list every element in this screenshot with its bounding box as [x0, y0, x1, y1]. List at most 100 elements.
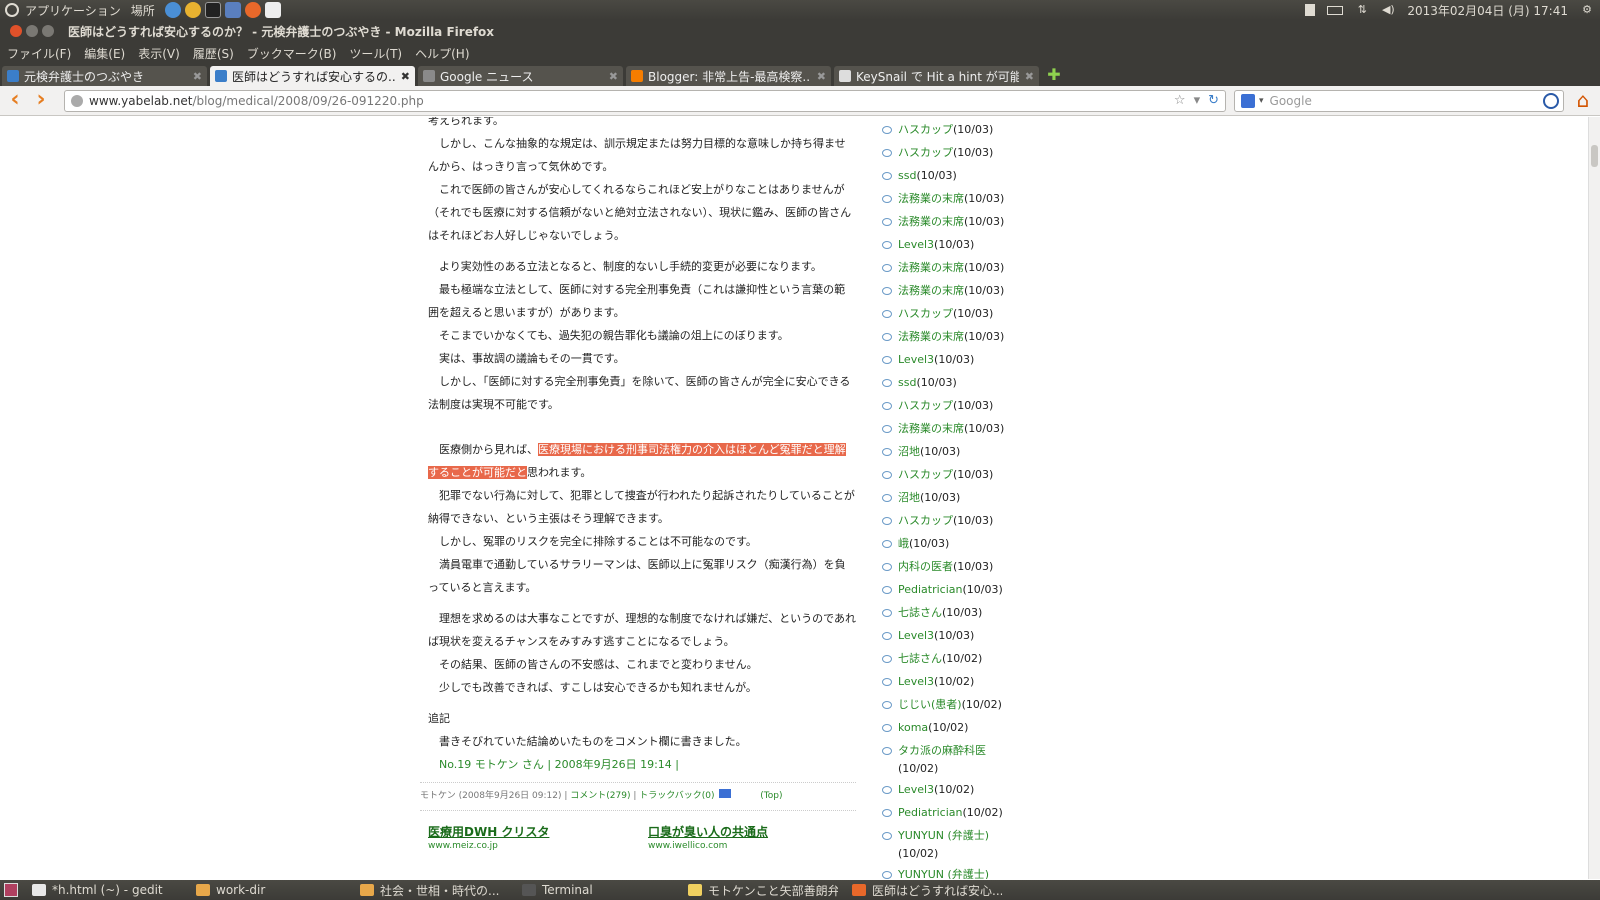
search-engine-dropdown-icon[interactable]: ▾ [1259, 96, 1264, 106]
tab-blogger[interactable]: Blogger: 非常上告-最高検察... ✖ [626, 66, 831, 86]
recent-comment-item[interactable]: koma(10/02) [882, 719, 1082, 742]
commenter-name-link[interactable]: 沼地 [898, 445, 920, 458]
taskbar-window-button[interactable]: work-dir [196, 882, 346, 898]
minimize-window-button[interactable] [26, 25, 38, 37]
ad-item[interactable]: 口臭が臭い人の共通点 www.iwellico.com [648, 825, 838, 853]
trackback-link[interactable]: トラックバック(0) [639, 791, 714, 801]
close-tab-icon[interactable]: ✖ [193, 70, 202, 83]
recent-comment-item[interactable]: Level3(10/02) [882, 673, 1082, 696]
commenter-name-link[interactable]: koma [898, 721, 928, 734]
tab-current-article[interactable]: 医師はどうすれば安心するの... ✖ [210, 66, 415, 86]
ad-item[interactable]: 医療用DWH クリスタ www.meiz.co.jp [428, 825, 618, 853]
back-button[interactable]: ‹ [4, 88, 26, 112]
commenter-name-link[interactable]: 沼地 [898, 491, 920, 504]
battery-icon[interactable] [1327, 5, 1344, 15]
recent-comment-item[interactable]: ハスカップ(10/03) [882, 466, 1082, 489]
recent-comment-item[interactable]: 七誌さん(10/03) [882, 604, 1082, 627]
forward-button[interactable]: › [30, 88, 52, 112]
recent-comment-item[interactable]: 沼地(10/03) [882, 489, 1082, 512]
recent-comment-item[interactable]: 沼地(10/03) [882, 443, 1082, 466]
recent-comment-item[interactable]: 法務業の末席(10/03) [882, 213, 1082, 236]
gear-icon[interactable]: ⚙ [1580, 4, 1594, 16]
menu-tools[interactable]: ツール(T) [349, 45, 402, 62]
recent-comment-item[interactable]: 法務業の末席(10/03) [882, 259, 1082, 282]
commenter-name-link[interactable]: Pediatrician [898, 806, 963, 819]
recent-comment-item[interactable]: ssd(10/03) [882, 374, 1082, 397]
menu-help[interactable]: ヘルプ(H) [415, 45, 469, 62]
commenter-name-link[interactable]: 法務業の末席 [898, 284, 964, 297]
recent-comment-item[interactable]: Level3(10/03) [882, 351, 1082, 374]
recent-comment-item[interactable]: Pediatrician(10/03) [882, 581, 1082, 604]
volume-icon[interactable]: ◀) [1381, 4, 1395, 16]
bookmark-star-icon[interactable]: ☆ [1174, 93, 1186, 108]
commenter-name-link[interactable]: Pediatrician [898, 583, 963, 596]
scrollbar-thumb[interactable] [1591, 145, 1598, 167]
recent-comment-item[interactable]: 法務業の末席(10/03) [882, 190, 1082, 213]
tab-keysnail[interactable]: KeySnail で Hit a hint が可能... ✖ [834, 66, 1039, 86]
url-bar[interactable]: www.yabelab.net /blog/medical/2008/09/26… [64, 90, 1226, 112]
search-icon[interactable] [1543, 93, 1559, 109]
close-tab-icon[interactable]: ✖ [401, 70, 410, 83]
recent-comment-item[interactable]: ハスカップ(10/03) [882, 305, 1082, 328]
recent-comment-item[interactable]: 七誌さん(10/02) [882, 650, 1082, 673]
commenter-name-link[interactable]: ハスカップ [898, 514, 953, 527]
menu-bookmarks[interactable]: ブックマーク(B) [247, 45, 337, 62]
recent-comment-item[interactable]: ハスカップ(10/03) [882, 512, 1082, 535]
ad-title[interactable]: 医療用DWH クリスタ [428, 825, 618, 839]
commenter-name-link[interactable]: ssd [898, 376, 916, 389]
show-desktop-icon[interactable] [4, 883, 18, 897]
taskbar-window-button[interactable]: 医師はどうすれば安心... [852, 882, 1002, 898]
taskbar-window-button[interactable]: 社会・世相・時代の... [360, 882, 510, 898]
menu-history[interactable]: 履歴(S) [193, 45, 234, 62]
site-identity-icon[interactable] [71, 95, 83, 107]
text-editor-launcher-icon[interactable] [264, 2, 281, 18]
commenter-name-link[interactable]: ハスカップ [898, 307, 953, 320]
chromium-launcher-icon[interactable] [164, 2, 181, 18]
commenter-name-link[interactable]: ハスカップ [898, 399, 953, 412]
recent-comment-item[interactable]: ハスカップ(10/03) [882, 397, 1082, 420]
applications-menu[interactable]: アプリケーション [25, 2, 121, 19]
commenter-name-link[interactable]: 法務業の末席 [898, 215, 964, 228]
commenter-name-link[interactable]: Level3 [898, 629, 934, 642]
taskbar-window-button[interactable]: *h.html (~) - gedit [32, 882, 182, 898]
recent-comment-item[interactable]: 峨(10/03) [882, 535, 1082, 558]
menu-file[interactable]: ファイル(F) [7, 45, 71, 62]
commenter-name-link[interactable]: 法務業の末席 [898, 422, 964, 435]
commenter-name-link[interactable]: Level3 [898, 675, 934, 688]
commenter-name-link[interactable]: 法務業の末席 [898, 261, 964, 274]
recent-comment-item[interactable]: Pediatrician(10/02) [882, 804, 1082, 827]
commenter-name-link[interactable]: ハスカップ [898, 146, 953, 159]
commenter-name-link[interactable]: YUNYUN (弁護士) [898, 829, 989, 842]
commenter-name-link[interactable]: タカ派の麻酔科医 [898, 744, 986, 757]
commenter-name-link[interactable]: ssd [898, 169, 916, 182]
commenter-name-link[interactable]: ハスカップ [898, 468, 953, 481]
places-menu[interactable]: 場所 [131, 2, 155, 19]
commenter-name-link[interactable]: Level3 [898, 353, 934, 366]
comments-link[interactable]: コメント(279) [570, 791, 630, 801]
recent-comment-item[interactable]: YUNYUN (弁護士) (10/02) [882, 827, 1082, 866]
commenter-name-link[interactable]: Level3 [898, 783, 934, 796]
commenter-name-link[interactable]: 内科の医者 [898, 560, 953, 573]
eclipse-launcher-icon[interactable] [224, 2, 241, 18]
menu-view[interactable]: 表示(V) [138, 45, 180, 62]
close-tab-icon[interactable]: ✖ [609, 70, 618, 83]
recent-comment-item[interactable]: ハスカップ(10/03) [882, 121, 1082, 144]
notes-tray-icon[interactable] [1305, 4, 1316, 16]
dropdown-arrow-icon[interactable]: ▾ [1194, 93, 1201, 108]
commenter-name-link[interactable]: 七誌さん [898, 606, 942, 619]
chrome-launcher-icon[interactable] [184, 2, 201, 18]
ubuntu-logo-icon[interactable] [5, 3, 19, 17]
commenter-name-link[interactable]: ハスカップ [898, 123, 953, 136]
recent-comment-item[interactable]: YUNYUN (弁護士) [882, 866, 1082, 879]
menu-edit[interactable]: 編集(E) [84, 45, 125, 62]
maximize-window-button[interactable] [42, 25, 54, 37]
tab-google-news[interactable]: Google ニュース ✖ [418, 66, 623, 86]
vertical-scrollbar[interactable] [1588, 117, 1600, 879]
recent-comment-item[interactable]: 法務業の末席(10/03) [882, 420, 1082, 443]
recent-comment-item[interactable]: Level3(10/03) [882, 627, 1082, 650]
recent-comment-item[interactable]: 法務業の末席(10/03) [882, 282, 1082, 305]
close-window-button[interactable] [10, 25, 22, 37]
home-icon[interactable]: ⌂ [1572, 90, 1594, 112]
search-engine-icon[interactable] [1241, 94, 1255, 108]
commenter-name-link[interactable]: Level3 [898, 238, 934, 251]
